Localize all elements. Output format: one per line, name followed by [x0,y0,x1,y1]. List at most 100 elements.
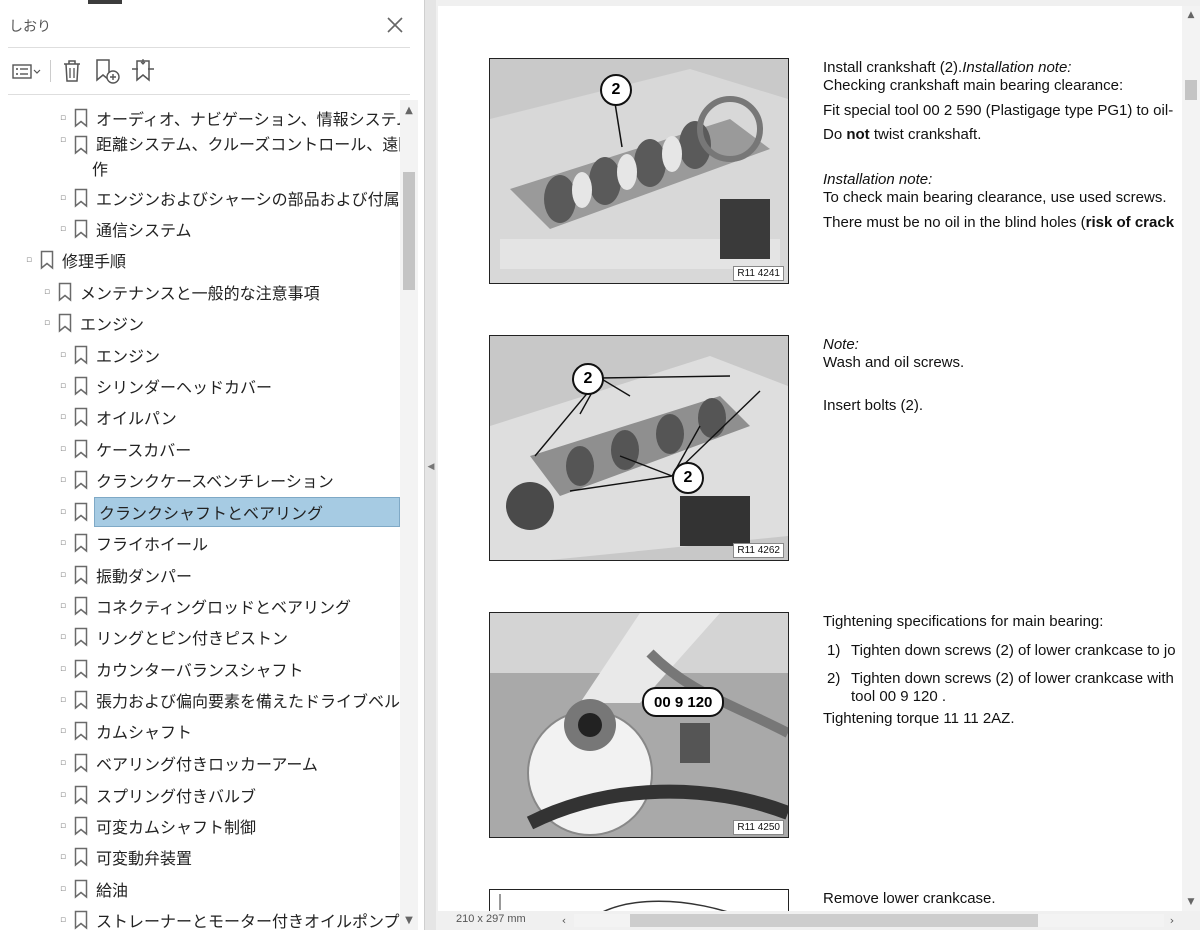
chevron-down-icon[interactable]: ▼ [1182,893,1200,911]
expand-dot-icon[interactable]: ▫ [58,632,68,642]
bookmarks-panel: しおり ▫ オーディオ、ナビゲーション、情報システム ▫ 距離システム、クルーズ… [0,0,425,930]
expand-dot-icon[interactable]: ▫ [58,664,68,674]
bookmark-icon [74,721,88,741]
expand-dot-icon[interactable]: ▫ [24,255,34,265]
expand-dot-icon[interactable]: ▫ [58,113,68,123]
bookmark-item[interactable]: ▫ コネクティングロッドとベアリング [58,591,351,621]
bookmark-item[interactable]: ▫ 距離システム、クルーズコントロール、遠隔操作 [58,135,400,179]
expand-dot-icon[interactable]: ▫ [58,601,68,611]
bookmark-item[interactable]: ▫ エンジンおよびシャーシの部品および付属品 [58,183,400,213]
bookmark-item[interactable]: ▫ メンテナンスと一般的な注意事項 [42,277,320,307]
text-line: Installation note: [823,171,933,188]
options-menu-icon[interactable] [9,54,43,88]
bookmark-item[interactable]: ▫ エンジン [42,308,144,338]
text-line: Checking crankshaft main bearing clearan… [823,77,1124,94]
expand-dot-icon[interactable]: ▫ [58,224,68,234]
bookmark-item[interactable]: ▫ 可変動弁装置 [58,842,192,872]
expand-dot-icon[interactable]: ▫ [58,821,68,831]
divider [8,94,410,95]
bookmark-icon [74,627,88,647]
expand-dot-icon[interactable]: ▫ [58,507,68,517]
figure-code: R11 4241 [733,266,784,281]
chevron-down-icon[interactable]: ▼ [400,910,418,930]
bookmark-item[interactable]: ▫ クランクケースベンチレーション [58,465,334,495]
bookmark-item[interactable]: ▫ カムシャフト [58,716,192,746]
engine-photo-2 [490,336,788,560]
bookmark-item[interactable]: ▫ ケースカバー [58,434,191,464]
bookmark-item[interactable]: ▫ シリンダーヘッドカバー [58,371,272,401]
bookmarks-scrollbar[interactable]: ▲ ▼ [400,100,418,930]
expand-dot-icon[interactable]: ▫ [42,318,52,328]
callout-2: 2 [600,74,632,106]
chevron-left-icon[interactable]: ‹ [556,912,572,928]
bookmark-item[interactable]: ▫ クランクシャフトとベアリング [58,497,400,527]
bookmark-icon [74,135,88,155]
expand-dot-icon[interactable]: ▫ [58,726,68,736]
bookmark-label: スプリング付きバルブ [96,787,257,806]
expand-dot-icon[interactable]: ▫ [58,758,68,768]
bookmark-icon [74,470,88,490]
text-line: Note: [823,336,859,353]
callout-2: 2 [572,363,604,395]
divider [8,47,410,48]
expand-dot-icon[interactable]: ▫ [58,350,68,360]
chevron-right-icon[interactable]: › [1164,912,1180,928]
bookmark-item[interactable]: ▫ 可変カムシャフト制御 [58,811,256,841]
bookmarks-toolbar [0,54,424,90]
bookmark-item[interactable]: ▫ 張力および偏向要素を備えたドライブベルト [58,685,400,715]
bookmark-item[interactable]: ▫ エンジン [58,340,160,370]
expand-dot-icon[interactable]: ▫ [58,135,68,145]
expand-bookmark-icon[interactable] [128,54,158,88]
expand-dot-icon[interactable]: ▫ [42,287,52,297]
collapse-panel-icon[interactable]: ◀ [427,460,435,474]
bookmark-icon [74,596,88,616]
list-item: Tighten down screws (2) of lower crankca… [851,670,1174,687]
bookmark-icon [74,816,88,836]
bookmark-item[interactable]: ▫ リングとピン付きピストン [58,622,288,652]
bookmark-item[interactable]: ▫ カウンターバランスシャフト [58,654,304,684]
scroll-thumb[interactable] [1185,80,1197,100]
scroll-thumb[interactable] [630,914,1038,927]
bookmark-item[interactable]: ▫ スプリング付きバルブ [58,780,256,810]
list-number: 2) [827,670,841,687]
text-line: Remove lower crankcase. [823,890,996,907]
bookmark-item[interactable]: ▫ オーディオ、ナビゲーション、情報システム [58,103,400,133]
text-line: Wash and oil screws. [823,354,965,371]
bookmark-label: 給油 [96,881,129,900]
bookmark-icon [40,250,54,270]
bookmark-item[interactable]: ▫ 給油 [58,874,128,904]
expand-dot-icon[interactable]: ▫ [58,852,68,862]
text-line: Do not twist crankshaft. [823,126,982,143]
expand-dot-icon[interactable]: ▫ [58,915,68,925]
expand-dot-icon[interactable]: ▫ [58,475,68,485]
expand-dot-icon[interactable]: ▫ [58,790,68,800]
bookmark-item[interactable]: ▫ フライホイール [58,528,208,558]
close-icon[interactable] [382,12,408,38]
bookmark-icon [74,753,88,773]
figure-partial [489,889,789,911]
expand-dot-icon[interactable]: ▫ [58,538,68,548]
expand-dot-icon[interactable]: ▫ [58,193,68,203]
delete-icon[interactable] [58,54,86,88]
figure-bolts: 2 2 R11 4262 [489,335,789,561]
bookmark-item[interactable]: ▫ オイルパン [58,402,177,432]
bookmark-icon [74,108,88,128]
expand-dot-icon[interactable]: ▫ [58,884,68,894]
bookmark-icon [74,533,88,553]
expand-dot-icon[interactable]: ▫ [58,570,68,580]
bookmark-item[interactable]: ▫ ベアリング付きロッカーアーム [58,748,318,778]
bookmark-item[interactable]: ▫ 通信システム [58,214,192,244]
bookmark-item[interactable]: ▫ 振動ダンパー [58,560,192,590]
expand-dot-icon[interactable]: ▫ [58,381,68,391]
bookmark-item[interactable]: ▫ 修理手順 [24,245,126,275]
chevron-up-icon[interactable]: ▲ [400,100,418,120]
expand-dot-icon[interactable]: ▫ [58,695,68,705]
expand-dot-icon[interactable]: ▫ [58,444,68,454]
document-scrollbar[interactable]: ▲ ▼ [1182,6,1200,911]
bookmark-icon [74,847,88,867]
expand-dot-icon[interactable]: ▫ [58,412,68,422]
chevron-up-icon[interactable]: ▲ [1182,6,1200,24]
scroll-thumb[interactable] [403,172,415,290]
new-bookmark-icon[interactable] [92,54,122,88]
bookmark-item[interactable]: ▫ ストレーナーとモーター付きオイルポンプ [58,905,400,930]
